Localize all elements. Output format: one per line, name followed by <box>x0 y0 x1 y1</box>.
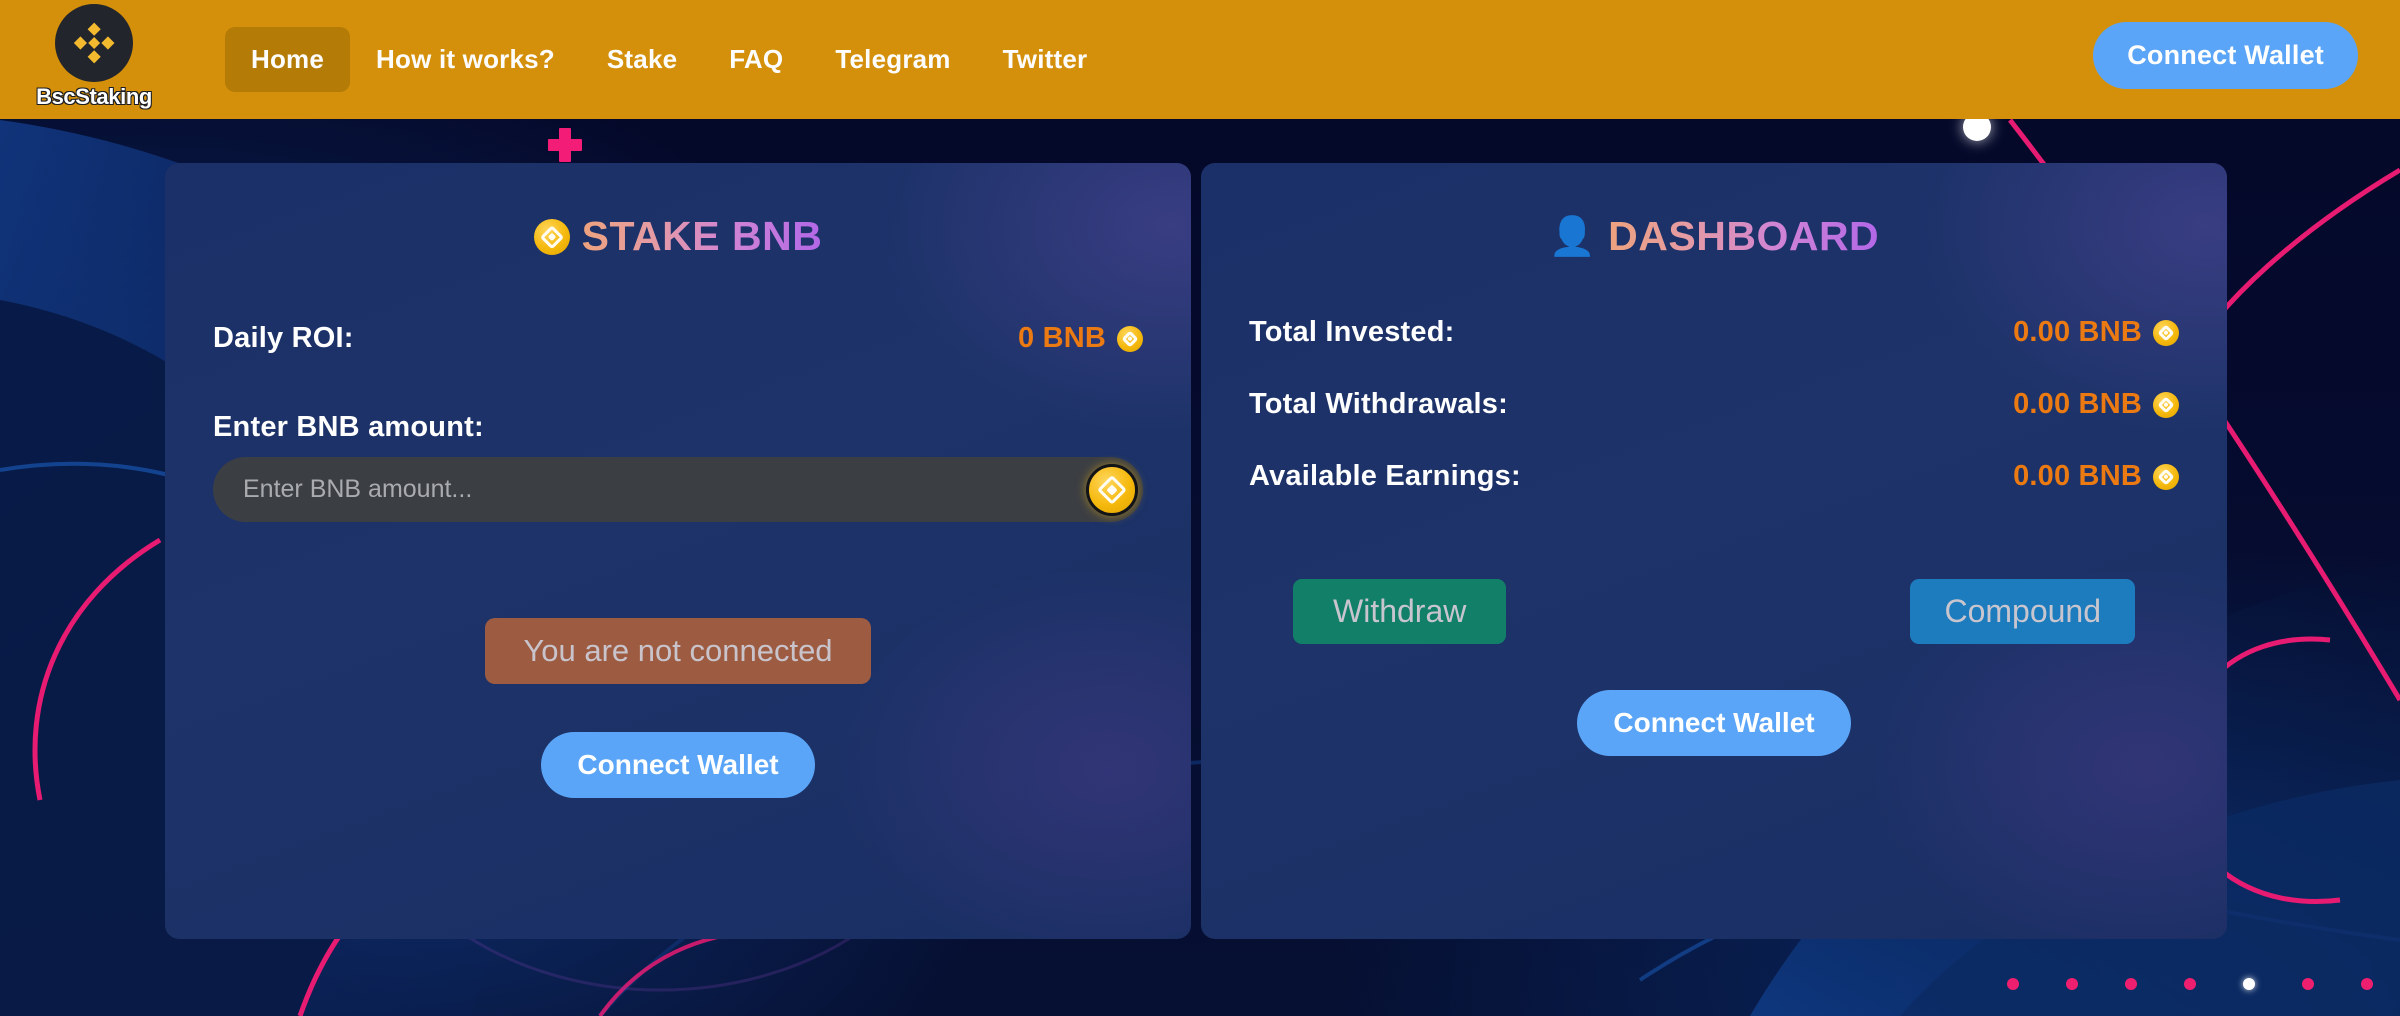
page-root: BscStaking Home How it works? Stake FAQ … <box>0 0 2400 1016</box>
person-verified-icon: 👤 <box>1548 215 1597 258</box>
white-dot-icon <box>2243 978 2255 990</box>
available-earnings-value-group: 0.00 BNB <box>2013 460 2179 493</box>
binance-diamond-icon <box>55 4 133 82</box>
bnb-coin-icon <box>2153 391 2179 418</box>
bnb-coin-icon <box>2153 319 2179 346</box>
bnb-amount-input[interactable] <box>213 457 1143 522</box>
available-earnings-value: 0.00 BNB <box>2013 460 2142 492</box>
decorative-dot-row <box>2007 978 2373 990</box>
brand[interactable]: BscStaking <box>30 2 158 118</box>
amount-input-wrap <box>213 457 1143 522</box>
stake-card-connect-wallet-button[interactable]: Connect Wallet <box>541 732 815 798</box>
navbar: BscStaking Home How it works? Stake FAQ … <box>0 0 2400 119</box>
bnb-coin-icon <box>2153 463 2179 490</box>
total-invested-value-group: 0.00 BNB <box>2013 316 2179 349</box>
navbar-connect-wallet-button[interactable]: Connect Wallet <box>2093 22 2358 89</box>
pink-dot-icon <box>2066 978 2078 990</box>
daily-roi-value: 0 BNB <box>1017 322 1106 354</box>
connection-status-button[interactable]: You are not connected <box>485 618 871 684</box>
stake-bnb-card: STAKE BNB Daily ROI: 0 BNB Enter BNB amo… <box>165 163 1191 939</box>
cards-container: STAKE BNB Daily ROI: 0 BNB Enter BNB amo… <box>165 163 2227 939</box>
pink-dot-icon <box>2007 978 2019 990</box>
bnb-coin-icon <box>533 218 570 255</box>
dashboard-card-connect-wallet-button[interactable]: Connect Wallet <box>1577 690 1851 756</box>
daily-roi-label: Daily ROI: <box>213 322 354 354</box>
pink-dot-icon <box>2184 978 2196 990</box>
brand-name: BscStaking <box>36 84 152 109</box>
dashboard-card-title: DASHBOARD <box>1608 213 1880 259</box>
pink-dot-icon <box>2361 978 2373 990</box>
total-invested-label: Total Invested: <box>1249 316 1455 348</box>
nav-item-twitter[interactable]: Twitter <box>977 27 1114 92</box>
stake-card-title: STAKE BNB <box>581 213 823 259</box>
dashboard-card: 👤 DASHBOARD Total Invested: 0.00 BNB Tot… <box>1201 163 2227 939</box>
dashboard-card-header: 👤 DASHBOARD <box>1249 213 2179 260</box>
amount-field-label: Enter BNB amount: <box>213 411 484 443</box>
pink-dot-icon <box>2302 978 2314 990</box>
binance-logo-svg <box>73 22 115 64</box>
stat-row-total-invested: Total Invested: 0.00 BNB <box>1249 316 2179 349</box>
daily-roi-row: Daily ROI: 0 BNB <box>213 322 1143 355</box>
nav-item-home[interactable]: Home <box>225 27 351 92</box>
available-earnings-label: Available Earnings: <box>1249 460 1521 492</box>
stake-card-header: STAKE BNB <box>213 213 1143 260</box>
nav-item-stake[interactable]: Stake <box>581 27 703 92</box>
nav-item-faq[interactable]: FAQ <box>703 27 809 92</box>
dashboard-actions: Withdraw Compound <box>1249 579 2179 644</box>
bnb-coin-icon <box>1117 325 1143 352</box>
dashboard-stats: Total Invested: 0.00 BNB Total Withdrawa… <box>1249 316 2179 493</box>
withdraw-button[interactable]: Withdraw <box>1293 579 1507 644</box>
total-invested-value: 0.00 BNB <box>2013 316 2142 348</box>
bnb-coin-icon <box>1086 463 1138 516</box>
total-withdrawals-value: 0.00 BNB <box>2013 388 2142 420</box>
stat-row-available-earnings: Available Earnings: 0.00 BNB <box>1249 460 2179 493</box>
compound-button[interactable]: Compound <box>1910 579 2135 644</box>
nav-item-telegram[interactable]: Telegram <box>809 27 976 92</box>
nav-links: Home How it works? Stake FAQ Telegram Tw… <box>225 0 1113 119</box>
total-withdrawals-label: Total Withdrawals: <box>1249 388 1508 420</box>
pink-dot-icon <box>2125 978 2137 990</box>
plus-mark-icon <box>548 128 582 162</box>
daily-roi-value-group: 0 BNB <box>1018 322 1143 355</box>
dashboard-connect-wrap: Connect Wallet <box>1249 690 2179 756</box>
nav-item-how-it-works[interactable]: How it works? <box>350 27 581 92</box>
stat-row-total-withdrawals: Total Withdrawals: 0.00 BNB <box>1249 388 2179 421</box>
total-withdrawals-value-group: 0.00 BNB <box>2013 388 2179 421</box>
